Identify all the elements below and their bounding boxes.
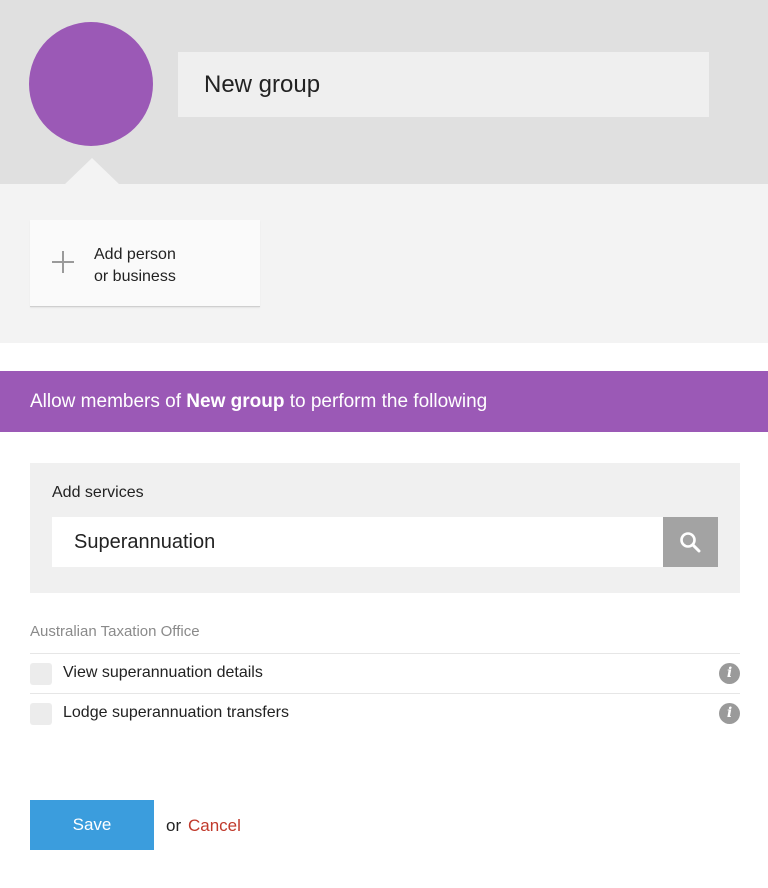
services-search-input[interactable] <box>52 517 663 567</box>
permission-label: Lodge superannuation transfers <box>63 704 289 721</box>
add-person-label-line2: or business <box>94 268 176 285</box>
or-text: or <box>166 816 182 835</box>
group-name-input[interactable] <box>178 52 709 117</box>
add-person-label-line1: Add person <box>94 246 176 263</box>
agency-heading: Australian Taxation Office <box>30 623 200 640</box>
banner-suffix: to perform the following <box>284 391 488 412</box>
permission-checkbox[interactable] <box>30 703 52 725</box>
group-avatar[interactable] <box>29 22 153 146</box>
permission-label: View superannuation details <box>63 664 263 681</box>
banner-prefix: Allow members of <box>30 391 187 412</box>
info-icon[interactable]: i <box>719 663 740 684</box>
info-icon[interactable]: i <box>719 703 740 724</box>
plus-icon <box>52 251 74 273</box>
members-panel: Add person or business <box>0 184 768 343</box>
permissions-banner: Allow members of New group to perform th… <box>0 371 768 432</box>
add-services-label: Add services <box>52 484 144 501</box>
banner-group-name: New group <box>186 391 285 412</box>
add-person-label: Add person or business <box>94 244 244 288</box>
search-button[interactable] <box>663 517 718 567</box>
save-button[interactable]: Save <box>30 800 154 850</box>
avatar-pointer <box>65 158 119 184</box>
permission-row: View superannuation details i <box>30 653 740 693</box>
search-icon <box>680 532 701 553</box>
group-header <box>0 0 768 184</box>
permission-row: Lodge superannuation transfers i <box>30 693 740 733</box>
permission-checkbox[interactable] <box>30 663 52 685</box>
add-person-or-business-button[interactable]: Add person or business <box>30 220 260 307</box>
cancel-link[interactable]: Cancel <box>188 816 241 836</box>
add-services-panel: Add services <box>30 463 740 593</box>
